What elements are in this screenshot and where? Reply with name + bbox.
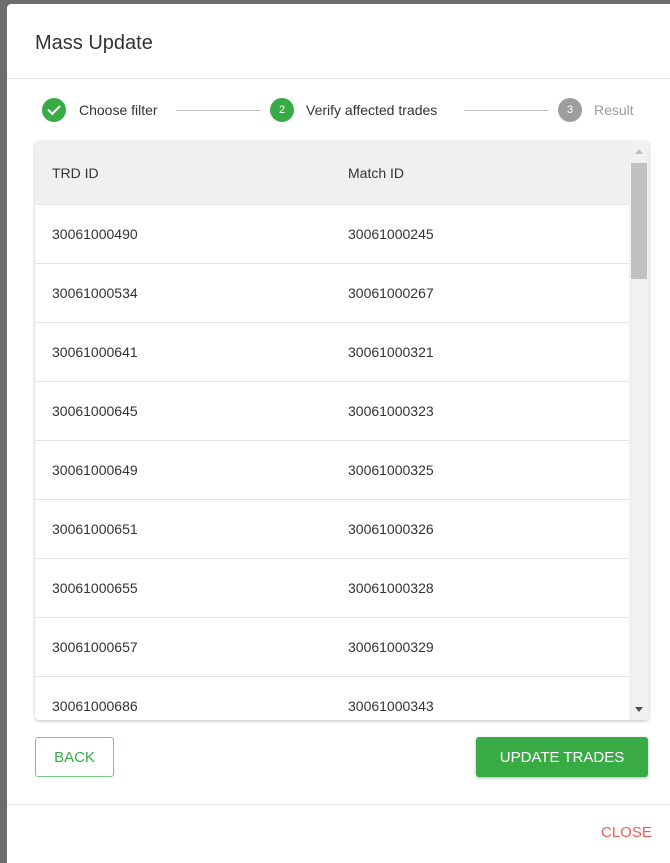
column-header-trd-id[interactable]: TRD ID [52, 165, 99, 181]
table-scrollbar[interactable] [629, 141, 649, 720]
check-icon [42, 98, 66, 122]
step-label: Result [594, 102, 634, 118]
column-header-match-id[interactable]: Match ID [348, 165, 404, 181]
table-row[interactable]: 30061000686 30061000343 [35, 676, 649, 720]
step-choose-filter: Choose filter [42, 98, 158, 122]
cell-match-id: 30061000328 [348, 580, 434, 596]
close-button[interactable]: CLOSE [601, 824, 652, 841]
update-trades-button[interactable]: UPDATE TRADES [476, 737, 648, 777]
step-label: Choose filter [79, 102, 158, 118]
cell-match-id: 30061000245 [348, 226, 434, 242]
cell-match-id: 30061000343 [348, 698, 434, 714]
scroll-thumb[interactable] [631, 163, 647, 279]
table-row[interactable]: 30061000649 30061000325 [35, 440, 649, 499]
cell-trd-id: 30061000655 [52, 580, 138, 596]
step-number-badge: 3 [558, 98, 582, 122]
table-row[interactable]: 30061000657 30061000329 [35, 617, 649, 676]
affected-trades-table: TRD ID Match ID 30061000490 30061000245 30… [35, 141, 649, 720]
cell-trd-id: 30061000657 [52, 639, 138, 655]
step-number-badge: 2 [270, 98, 294, 122]
cell-match-id: 30061000329 [348, 639, 434, 655]
cell-match-id: 30061000323 [348, 403, 434, 419]
step-label: Verify affected trades [306, 102, 438, 118]
cell-trd-id: 30061000651 [52, 521, 138, 537]
cell-trd-id: 30061000645 [52, 403, 138, 419]
table-body: 30061000490 30061000245 30061000534 3006100… [35, 204, 649, 720]
step-connector [176, 110, 260, 111]
cell-trd-id: 30061000641 [52, 344, 138, 360]
table-row[interactable]: 30061000641 30061000321 [35, 322, 649, 381]
cell-match-id: 30061000267 [348, 285, 434, 301]
cell-trd-id: 30061000490 [52, 226, 138, 242]
cell-trd-id: 30061000649 [52, 462, 138, 478]
cell-match-id: 30061000326 [348, 521, 434, 537]
table-header: TRD ID Match ID [35, 141, 649, 204]
footer-divider [7, 804, 670, 805]
back-button[interactable]: BACK [35, 737, 114, 777]
step-connector [464, 110, 548, 111]
step-result: 3 Result [558, 98, 634, 122]
scroll-up-arrow-icon[interactable] [635, 149, 643, 154]
dialog-title: Mass Update [35, 32, 153, 54]
table-row[interactable]: 30061000655 30061000328 [35, 558, 649, 617]
mass-update-dialog: Mass Update Choose filter 2 Verify affec… [7, 4, 670, 863]
title-divider [7, 78, 670, 79]
cell-trd-id: 30061000686 [52, 698, 138, 714]
step-verify-trades: 2 Verify affected trades [270, 98, 437, 122]
table-row[interactable]: 30061000645 30061000323 [35, 381, 649, 440]
table-row[interactable]: 30061000651 30061000326 [35, 499, 649, 558]
scroll-down-arrow-icon[interactable] [635, 707, 643, 712]
cell-match-id: 30061000325 [348, 462, 434, 478]
cell-match-id: 30061000321 [348, 344, 434, 360]
cell-trd-id: 30061000534 [52, 285, 138, 301]
table-row[interactable]: 30061000534 30061000267 [35, 263, 649, 322]
table-row[interactable]: 30061000490 30061000245 [35, 204, 649, 263]
